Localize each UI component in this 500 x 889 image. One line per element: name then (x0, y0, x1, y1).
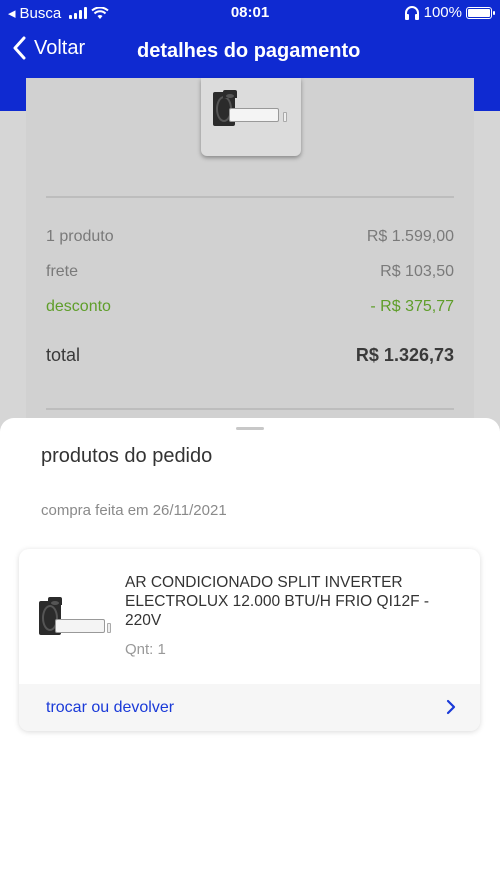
battery-icon (466, 6, 495, 19)
payment-summary-card: 1 produto R$ 1.599,00 frete R$ 103,50 de… (26, 78, 474, 438)
shipping-row: frete R$ 103,50 (46, 263, 454, 281)
product-image (39, 597, 111, 639)
exchange-return-label: trocar ou devolver (46, 699, 175, 716)
order-products-sheet: produtos do pedido compra feita em 26/11… (0, 418, 500, 889)
products-row: 1 produto R$ 1.599,00 (46, 228, 454, 246)
battery-percent: 100% (423, 4, 462, 21)
divider (46, 196, 454, 198)
back-button[interactable]: Voltar (12, 36, 85, 60)
headphones-icon (404, 5, 419, 20)
nav-bar: Voltar detalhes do pagamento (0, 30, 500, 74)
products-label: 1 produto (46, 228, 114, 245)
status-bar: ◂ Busca 08:01 100% (0, 0, 500, 26)
product-name: AR CONDICIONADO SPLIT INVERTER ELECTROLU… (125, 574, 430, 629)
page-title: detalhes do pagamento (137, 40, 361, 62)
divider (46, 408, 454, 410)
sheet-drag-handle[interactable] (236, 427, 264, 430)
shipping-label: frete (46, 263, 79, 280)
purchase-date: compra feita em 26/11/2021 (41, 502, 227, 519)
discount-value: - R$ 375,77 (370, 298, 454, 315)
status-right: 100% (404, 4, 495, 21)
shipping-value: R$ 103,50 (380, 263, 454, 280)
total-label: total (46, 345, 81, 365)
chevron-left-icon (13, 36, 26, 60)
products-value: R$ 1.599,00 (366, 228, 454, 245)
discount-row: desconto - R$ 375,77 (46, 298, 454, 316)
sheet-title: produtos do pedido (41, 445, 213, 467)
product-thumbnail (201, 78, 301, 156)
exchange-return-button[interactable]: trocar ou devolver (19, 684, 480, 731)
total-value: R$ 1.326,73 (355, 345, 454, 365)
discount-label: desconto (46, 298, 111, 315)
product-card: AR CONDICIONADO SPLIT INVERTER ELECTROLU… (19, 549, 480, 731)
chevron-right-icon (446, 699, 456, 715)
air-conditioner-image (213, 90, 289, 130)
back-label: Voltar (34, 36, 86, 59)
product-quantity: Qnt: 1 (125, 641, 166, 658)
total-row: total R$ 1.326,73 (46, 345, 454, 366)
